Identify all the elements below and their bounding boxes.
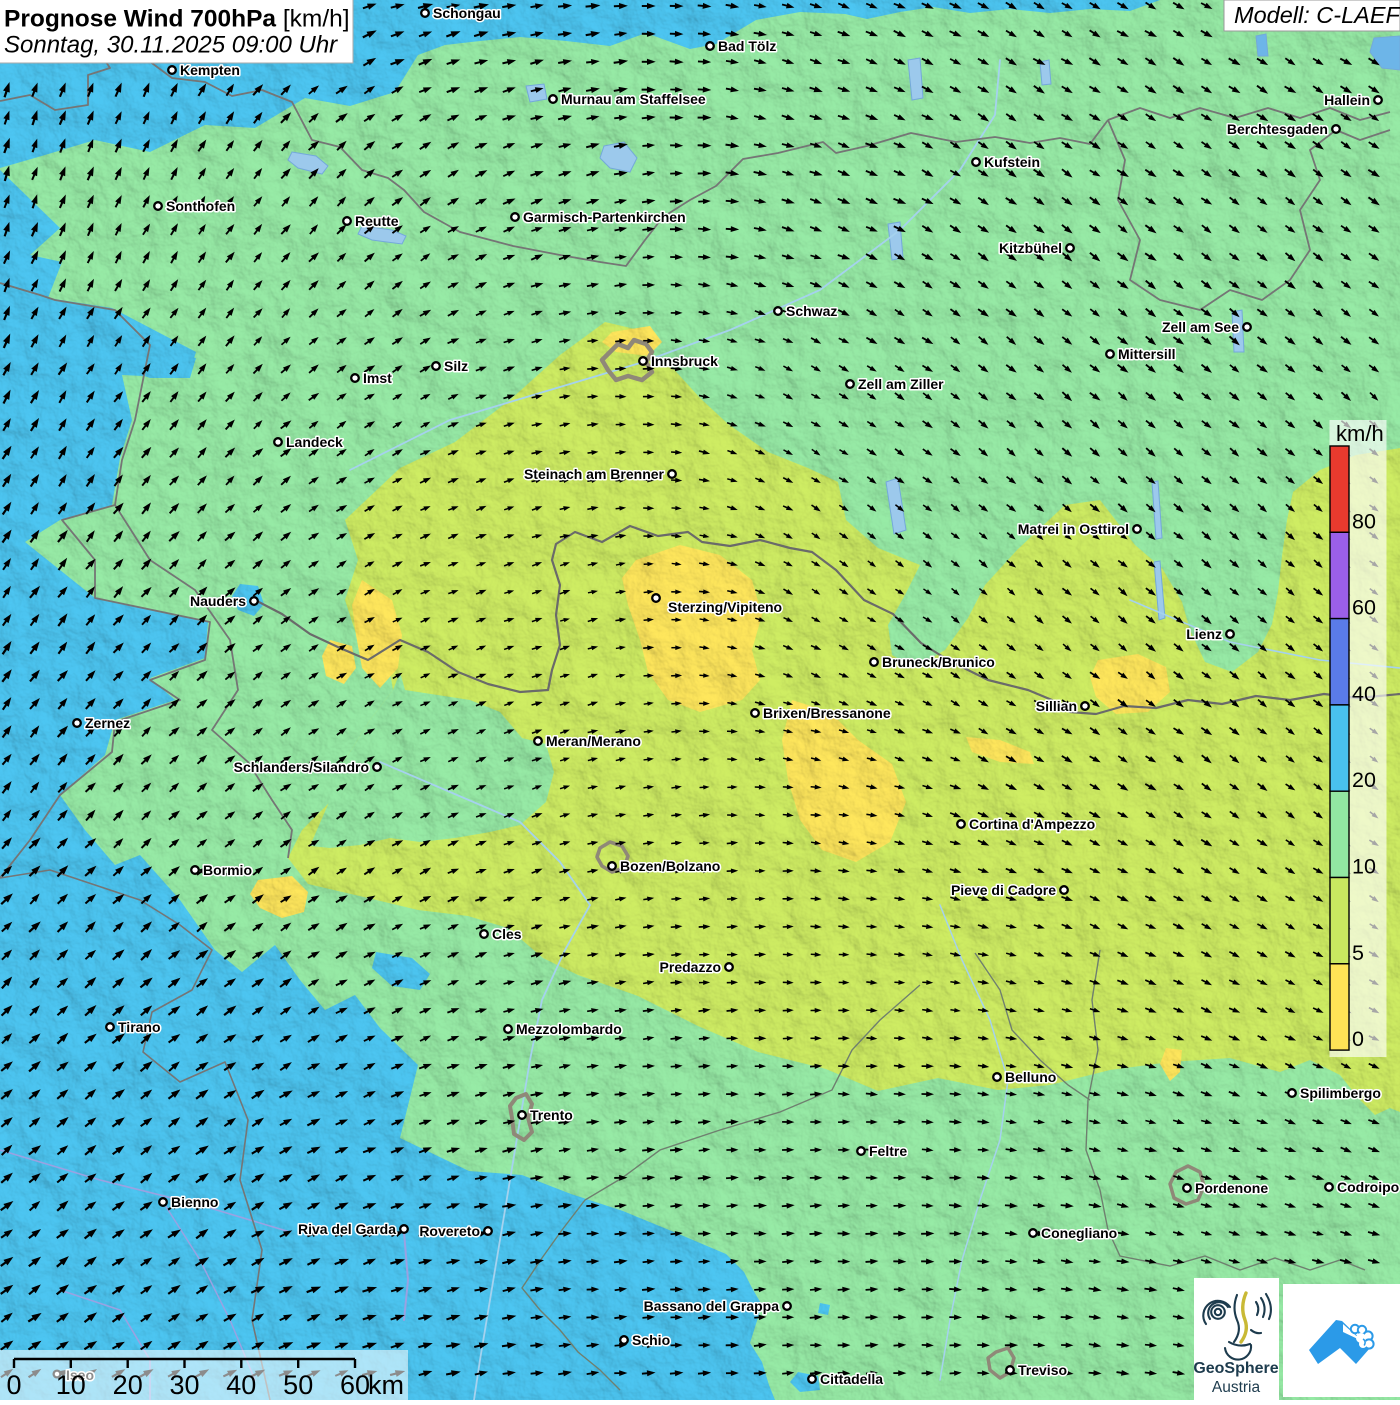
svg-text:Reutte: Reutte: [355, 213, 399, 229]
svg-text:GeoSphere: GeoSphere: [1193, 1360, 1278, 1377]
svg-text:40: 40: [226, 1370, 256, 1400]
svg-text:Zell am Ziller: Zell am Ziller: [858, 376, 944, 392]
svg-text:Mezzolombardo: Mezzolombardo: [516, 1021, 622, 1037]
svg-text:50: 50: [283, 1370, 313, 1400]
svg-text:Kempten: Kempten: [180, 62, 240, 78]
svg-text:Sonntag, 30.11.2025 09:00 Uhr: Sonntag, 30.11.2025 09:00 Uhr: [4, 32, 338, 59]
svg-text:Bienno: Bienno: [171, 1194, 218, 1210]
svg-text:Murnau am Staffelsee: Murnau am Staffelsee: [561, 91, 706, 107]
svg-text:Steinach am Brenner: Steinach am Brenner: [524, 466, 665, 482]
svg-text:Codroipo: Codroipo: [1337, 1179, 1399, 1195]
svg-text:Landeck: Landeck: [286, 434, 343, 450]
svg-text:20: 20: [1352, 768, 1376, 792]
svg-text:Schwaz: Schwaz: [786, 303, 837, 319]
svg-text:Hallein: Hallein: [1324, 92, 1370, 108]
svg-text:Zell am See: Zell am See: [1162, 319, 1239, 335]
svg-text:Silz: Silz: [444, 358, 468, 374]
svg-text:60: 60: [340, 1370, 370, 1400]
svg-text:Conegliano: Conegliano: [1041, 1225, 1117, 1241]
svg-text:Zernez: Zernez: [85, 715, 130, 731]
svg-text:Brixen/Bressanone: Brixen/Bressanone: [763, 705, 891, 721]
svg-text:80: 80: [1352, 509, 1376, 533]
svg-text:Schongau: Schongau: [433, 5, 501, 21]
svg-text:Pordenone: Pordenone: [1195, 1180, 1268, 1196]
svg-text:Riva del Garda: Riva del Garda: [298, 1221, 396, 1237]
svg-text:Sillian: Sillian: [1036, 698, 1077, 714]
svg-text:Schlanders/Silandro: Schlanders/Silandro: [234, 759, 369, 775]
svg-text:Treviso: Treviso: [1018, 1362, 1067, 1378]
svg-text:Innsbruck: Innsbruck: [651, 353, 718, 369]
svg-text:60: 60: [1352, 596, 1376, 620]
svg-text:Bormio: Bormio: [203, 862, 252, 878]
svg-text:Berchtesgaden: Berchtesgaden: [1227, 121, 1328, 137]
svg-text:Trento: Trento: [530, 1107, 573, 1123]
svg-text:Lienz: Lienz: [1186, 626, 1222, 642]
svg-text:Rovereto: Rovereto: [419, 1223, 480, 1239]
svg-text:Prognose Wind 700hPa [km/h]: Prognose Wind 700hPa [km/h]: [4, 6, 350, 33]
svg-text:10: 10: [56, 1370, 86, 1400]
svg-text:10: 10: [1352, 855, 1376, 879]
svg-text:Imst: Imst: [363, 370, 392, 386]
svg-text:Schio: Schio: [632, 1332, 670, 1348]
svg-text:Garmisch-Partenkirchen: Garmisch-Partenkirchen: [523, 209, 686, 225]
svg-text:Spilimbergo: Spilimbergo: [1300, 1085, 1381, 1101]
svg-text:Cles: Cles: [492, 926, 522, 942]
svg-text:5: 5: [1352, 941, 1364, 965]
svg-text:40: 40: [1352, 682, 1376, 706]
svg-text:Mittersill: Mittersill: [1118, 346, 1176, 362]
svg-text:Tirano: Tirano: [118, 1019, 161, 1035]
svg-text:Predazzo: Predazzo: [660, 959, 721, 975]
svg-text:Bassano del Grappa: Bassano del Grappa: [644, 1298, 780, 1314]
svg-text:Cittadella: Cittadella: [820, 1371, 883, 1387]
svg-text:Bad Tölz: Bad Tölz: [718, 38, 776, 54]
svg-text:0: 0: [1352, 1027, 1364, 1051]
svg-text:Bozen/Bolzano: Bozen/Bolzano: [620, 858, 720, 874]
svg-text:0: 0: [6, 1370, 21, 1400]
svg-text:km: km: [368, 1370, 404, 1400]
svg-text:Kufstein: Kufstein: [984, 154, 1040, 170]
svg-text:Modell: C-LAEF: Modell: C-LAEF: [1234, 2, 1400, 28]
svg-text:Nauders: Nauders: [190, 593, 246, 609]
svg-text:Matrei in Osttirol: Matrei in Osttirol: [1018, 521, 1129, 537]
svg-text:20: 20: [113, 1370, 143, 1400]
svg-text:Bruneck/Brunico: Bruneck/Brunico: [882, 654, 995, 670]
svg-text:Pieve di Cadore: Pieve di Cadore: [951, 882, 1056, 898]
svg-text:Feltre: Feltre: [869, 1143, 907, 1159]
svg-text:Austria: Austria: [1212, 1379, 1261, 1396]
svg-text:km/h: km/h: [1336, 421, 1384, 446]
svg-text:Cortina d'Ampezzo: Cortina d'Ampezzo: [969, 816, 1095, 832]
svg-text:Kitzbühel: Kitzbühel: [999, 240, 1062, 256]
svg-text:30: 30: [169, 1370, 199, 1400]
svg-text:Sterzing/Vipiteno: Sterzing/Vipiteno: [668, 599, 782, 615]
svg-text:Belluno: Belluno: [1005, 1069, 1056, 1085]
svg-text:Sonthofen: Sonthofen: [166, 198, 235, 214]
svg-text:Meran/Merano: Meran/Merano: [546, 733, 641, 749]
